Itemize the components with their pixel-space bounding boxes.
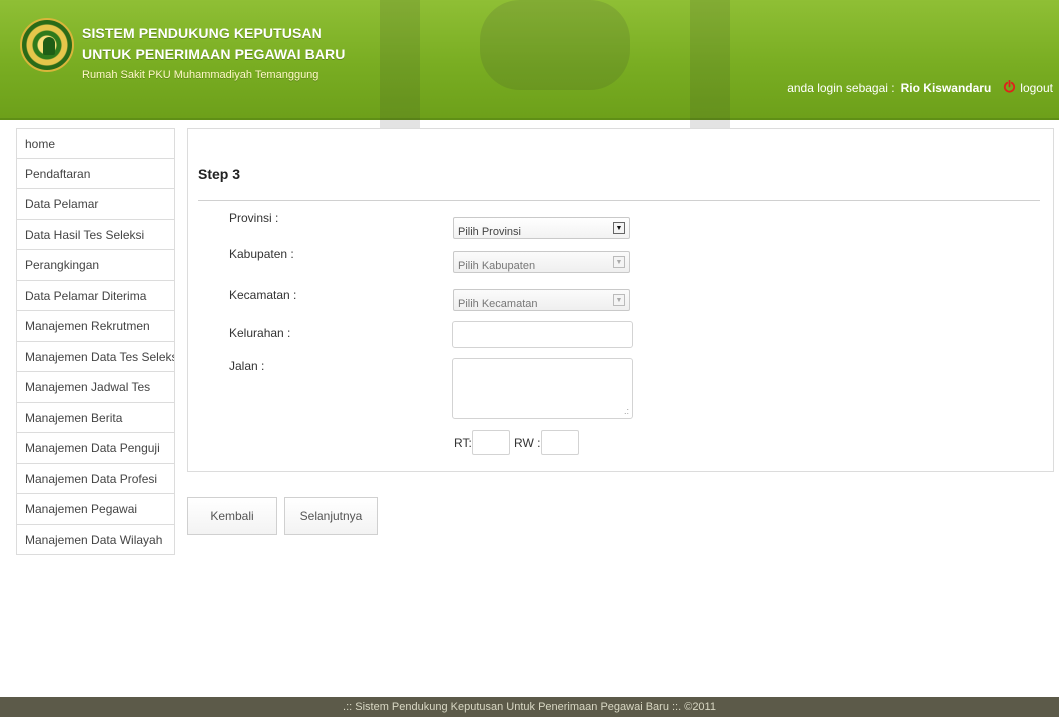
dropdown-arrow-icon: ▼ bbox=[613, 256, 625, 268]
kabupaten-selected-value: Pilih Kabupaten bbox=[458, 260, 536, 272]
resize-grip-icon[interactable]: .: bbox=[624, 406, 629, 416]
provinsi-label: Provinsi : bbox=[229, 211, 279, 225]
sidebar-item-data-hasil-tes-seleksi[interactable]: Data Hasil Tes Seleksi bbox=[16, 219, 175, 250]
kecamatan-label: Kecamatan : bbox=[229, 288, 297, 302]
step-divider bbox=[198, 200, 1040, 201]
sidebar-item-home[interactable]: home bbox=[16, 128, 175, 159]
app-header: SISTEM PENDUKUNG KEPUTUSAN UNTUK PENERIM… bbox=[0, 0, 1059, 120]
sidebar-item-manajemen-data-wilayah[interactable]: Manajemen Data Wilayah bbox=[16, 524, 175, 555]
form-panel: Step 3 Provinsi : Pilih Provinsi ▼ Kabup… bbox=[187, 128, 1054, 472]
sidebar-item-pendaftaran[interactable]: Pendaftaran bbox=[16, 158, 175, 189]
sidebar-item-manajemen-pegawai[interactable]: Manajemen Pegawai bbox=[16, 494, 175, 525]
step-title: Step 3 bbox=[198, 166, 241, 182]
rt-input[interactable] bbox=[472, 430, 510, 455]
sidebar-item-data-pelamar[interactable]: Data Pelamar bbox=[16, 189, 175, 220]
login-username: Rio Kiswandaru bbox=[900, 81, 992, 95]
logout-link[interactable]: logout bbox=[1020, 81, 1053, 95]
sidebar-item-manajemen-data-profesi[interactable]: Manajemen Data Profesi bbox=[16, 463, 175, 494]
kelurahan-input[interactable] bbox=[452, 321, 633, 348]
sidebar-item-manajemen-berita[interactable]: Manajemen Berita bbox=[16, 402, 175, 433]
jalan-textarea[interactable]: .: bbox=[452, 358, 633, 419]
sidebar-item-manajemen-jadwal-tes[interactable]: Manajemen Jadwal Tes bbox=[16, 372, 175, 403]
kabupaten-select[interactable]: Pilih Kabupaten ▼ bbox=[453, 251, 630, 273]
app-title-line1: SISTEM PENDUKUNG KEPUTUSAN bbox=[82, 25, 322, 41]
dropdown-arrow-icon: ▼ bbox=[613, 222, 625, 234]
login-prefix: anda login sebagai : bbox=[787, 81, 895, 95]
page-footer: .:: Sistem Pendukung Keputusan Untuk Pen… bbox=[0, 697, 1059, 717]
kecamatan-select[interactable]: Pilih Kecamatan ▼ bbox=[453, 289, 630, 311]
power-icon[interactable] bbox=[1003, 79, 1016, 93]
rt-label: RT: bbox=[454, 436, 472, 450]
sidebar-menu: home Pendaftaran Data Pelamar Data Hasil… bbox=[16, 128, 175, 555]
dropdown-arrow-icon: ▼ bbox=[613, 294, 625, 306]
provinsi-select[interactable]: Pilih Provinsi ▼ bbox=[453, 217, 630, 239]
jalan-label: Jalan : bbox=[229, 359, 265, 373]
sidebar-item-manajemen-data-penguji[interactable]: Manajemen Data Penguji bbox=[16, 433, 175, 464]
back-button[interactable]: Kembali bbox=[187, 497, 277, 535]
kelurahan-label: Kelurahan : bbox=[229, 326, 291, 340]
sidebar-item-perangkingan[interactable]: Perangkingan bbox=[16, 250, 175, 281]
sidebar-item-data-pelamar-diterima[interactable]: Data Pelamar Diterima bbox=[16, 280, 175, 311]
app-title-line2: UNTUK PENERIMAAN PEGAWAI BARU bbox=[82, 46, 346, 62]
kabupaten-label: Kabupaten : bbox=[229, 247, 294, 261]
login-status: anda login sebagai : Rio Kiswandaru logo… bbox=[787, 79, 1053, 95]
next-button[interactable]: Selanjutnya bbox=[284, 497, 378, 535]
app-subtitle: Rumah Sakit PKU Muhammadiyah Temanggung bbox=[82, 69, 319, 81]
provinsi-selected-value: Pilih Provinsi bbox=[458, 226, 521, 238]
rw-label: RW : bbox=[514, 436, 541, 450]
logo bbox=[20, 18, 74, 72]
rw-input[interactable] bbox=[541, 430, 579, 455]
sidebar-item-manajemen-data-tes-seleksi[interactable]: Manajemen Data Tes Seleksi bbox=[16, 341, 175, 372]
kecamatan-selected-value: Pilih Kecamatan bbox=[458, 298, 538, 310]
sidebar-item-manajemen-rekrutmen[interactable]: Manajemen Rekrutmen bbox=[16, 311, 175, 342]
